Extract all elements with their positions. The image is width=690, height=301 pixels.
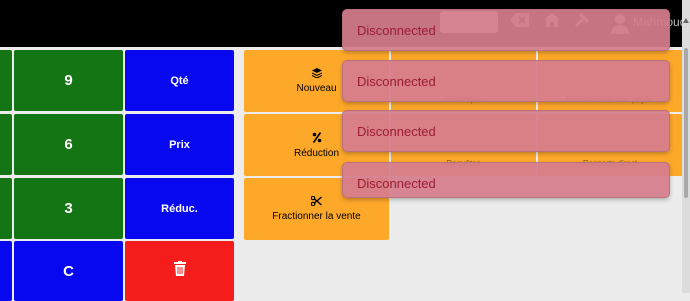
key-3[interactable]: 3	[14, 178, 123, 239]
notification-toast[interactable]: Disconnected	[342, 60, 670, 102]
key-9[interactable]: 9	[14, 50, 123, 111]
notification-toast[interactable]: Disconnected	[342, 9, 670, 51]
notification-toast[interactable]: Disconnected	[342, 162, 670, 198]
price-key[interactable]: Prix	[125, 114, 234, 175]
discount-label: Réduction	[293, 147, 340, 159]
key-6[interactable]: 6	[14, 114, 123, 175]
keypad-key-left-3[interactable]	[0, 178, 12, 239]
keypad-key-left-4[interactable]	[0, 241, 12, 301]
percent-icon	[312, 131, 322, 148]
discount-key[interactable]: Réduc.	[125, 178, 234, 239]
quantity-key[interactable]: Qté	[125, 50, 234, 111]
scroll-up-arrow-icon[interactable]	[683, 18, 689, 23]
layers-icon	[311, 68, 322, 83]
trash-icon	[173, 261, 186, 281]
scissors-icon	[310, 195, 322, 211]
split-sale-label: Fractionner la vente	[272, 211, 361, 222]
new-sale-label: Nouveau	[296, 83, 337, 94]
clear-key[interactable]: C	[14, 241, 123, 301]
scrollbar-thumb[interactable]	[684, 48, 688, 198]
keypad-key-left-1[interactable]	[0, 50, 12, 111]
keypad-key-left-2[interactable]	[0, 114, 12, 175]
notification-toast[interactable]: Disconnected	[342, 110, 670, 152]
delete-button[interactable]	[125, 241, 234, 301]
